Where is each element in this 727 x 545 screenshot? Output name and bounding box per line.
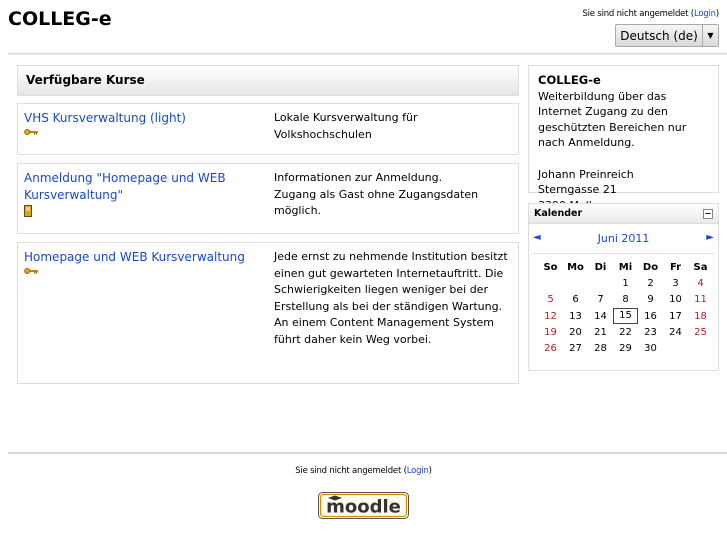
language-value: Deutsch (de) bbox=[620, 28, 698, 43]
calendar-day[interactable]: 27 bbox=[563, 343, 588, 354]
weekday-label: Sa bbox=[693, 261, 708, 273]
calendar-day[interactable]: 6 bbox=[563, 294, 588, 305]
weekday-label: Do bbox=[642, 261, 659, 273]
guest-door-icon bbox=[24, 205, 32, 217]
calendar-week-row: 26 27 28 29 30 bbox=[538, 340, 713, 356]
calendar-day[interactable]: 16 bbox=[638, 311, 663, 322]
calendar-day[interactable]: 1 bbox=[613, 278, 638, 289]
calendar-divider bbox=[533, 253, 714, 254]
course-description: Lokale Kursverwaltung für Volkshochschul… bbox=[274, 111, 418, 141]
course-link[interactable]: VHS Kursverwaltung (light) bbox=[24, 111, 186, 125]
calendar-day[interactable]: 26 bbox=[538, 343, 563, 354]
site-info-block: COLLEG-e Weiterbildung über das Internet… bbox=[528, 65, 719, 212]
svg-text:moodle: moodle bbox=[326, 497, 401, 518]
calendar-day[interactable]: 28 bbox=[588, 343, 613, 354]
key-icon bbox=[24, 268, 38, 274]
calendar-day[interactable]: 21 bbox=[588, 327, 613, 338]
chevron-down-icon[interactable]: ▼ bbox=[702, 25, 718, 46]
calendar-day[interactable]: 11 bbox=[688, 294, 713, 305]
header-divider bbox=[8, 53, 727, 55]
weekday-label: So bbox=[543, 261, 558, 273]
calendar-day[interactable]: 10 bbox=[663, 294, 688, 305]
calendar-day[interactable]: 12 bbox=[538, 311, 563, 322]
calendar-day[interactable]: 2 bbox=[638, 278, 663, 289]
calendar-day[interactable]: 4 bbox=[688, 278, 713, 289]
footer-divider bbox=[8, 452, 727, 454]
available-courses-heading: Verfügbare Kurse bbox=[17, 65, 519, 96]
weekday-label: Mo bbox=[567, 261, 584, 273]
calendar-day[interactable]: 24 bbox=[663, 327, 688, 338]
course-item: Anmeldung "Homepage und WEB Kursverwaltu… bbox=[17, 163, 519, 234]
calendar-grid: So Mo Di Mi Do Fr Sa 1 2 3 4 5 6 7 8 9 10 11 12 13 14… bbox=[538, 259, 713, 357]
key-icon bbox=[24, 129, 38, 135]
calendar-day[interactable]: 19 bbox=[538, 327, 563, 338]
moodle-logo: moodle bbox=[318, 492, 409, 519]
calendar-day[interactable]: 9 bbox=[638, 294, 663, 305]
collapse-icon[interactable]: − bbox=[703, 209, 713, 219]
calendar-day[interactable]: 17 bbox=[663, 311, 688, 322]
calendar-title: Kalender bbox=[534, 208, 583, 219]
calendar-day[interactable]: 7 bbox=[588, 294, 613, 305]
available-courses: Verfügbare Kurse VHS Kursverwaltung (lig… bbox=[17, 65, 519, 384]
weekday-label: Mi bbox=[618, 261, 633, 273]
course-item: VHS Kursverwaltung (light) Lokale Kursve… bbox=[17, 103, 519, 155]
calendar-day[interactable]: 23 bbox=[638, 327, 663, 338]
calendar-day[interactable]: 15 bbox=[613, 308, 638, 325]
weekday-label: Di bbox=[594, 261, 607, 273]
language-select[interactable]: Deutsch (de) ▼ bbox=[615, 24, 719, 47]
calendar-day[interactable]: 13 bbox=[563, 311, 588, 322]
next-month-arrow-icon[interactable]: ► bbox=[706, 232, 714, 243]
calendar-day[interactable]: 29 bbox=[613, 343, 638, 354]
login-info: Sie sind nicht angemeldet (Login) bbox=[582, 9, 719, 19]
calendar-day[interactable]: 25 bbox=[688, 327, 713, 338]
footer-login-info: Sie sind nicht angemeldet (Login) bbox=[0, 466, 727, 476]
course-description: Informationen zur Anmeldung. Zugang als … bbox=[274, 171, 479, 217]
login-suffix: ) bbox=[428, 466, 432, 476]
course-link[interactable]: Anmeldung "Homepage und WEB Kursverwaltu… bbox=[24, 171, 226, 202]
calendar-day[interactable]: 14 bbox=[588, 311, 613, 322]
calendar-day[interactable]: 20 bbox=[563, 327, 588, 338]
calendar-header: Kalender − bbox=[529, 204, 718, 224]
info-title: COLLEG-e bbox=[538, 73, 601, 87]
calendar-block: Kalender − ◄ Juni 2011 ► So Mo Di Mi Do … bbox=[528, 203, 719, 371]
calendar-month[interactable]: Juni 2011 bbox=[529, 232, 718, 245]
weekday-row: So Mo Di Mi Do Fr Sa bbox=[538, 259, 713, 275]
calendar-week-row: 5 6 7 8 9 10 11 bbox=[538, 292, 713, 308]
calendar-week-row: 1234 bbox=[538, 275, 713, 291]
site-title: COLLEG-e bbox=[8, 8, 112, 30]
info-description: Weiterbildung über das Internet Zugang z… bbox=[538, 89, 687, 150]
calendar-day[interactable]: 3 bbox=[663, 278, 688, 289]
login-prefix: Sie sind nicht angemeldet ( bbox=[582, 9, 694, 19]
calendar-day[interactable]: 18 bbox=[688, 311, 713, 322]
calendar-day[interactable]: 5 bbox=[538, 294, 563, 305]
contact-name: Johann Preinreich bbox=[538, 167, 634, 181]
course-link[interactable]: Homepage und WEB Kursverwaltung bbox=[24, 250, 245, 264]
login-suffix: ) bbox=[715, 9, 719, 19]
calendar-day[interactable]: 30 bbox=[638, 343, 663, 354]
calendar-nav: ◄ Juni 2011 ► bbox=[529, 232, 718, 246]
calendar-week-row: 19 20 21 22 23 24 25 bbox=[538, 324, 713, 340]
calendar-day[interactable]: 22 bbox=[613, 327, 638, 338]
login-prefix: Sie sind nicht angemeldet ( bbox=[295, 466, 407, 476]
calendar-day[interactable]: 8 bbox=[613, 294, 638, 305]
calendar-week-row: 12 13 14 15 16 17 18 bbox=[538, 308, 713, 325]
weekday-label: Fr bbox=[669, 261, 682, 273]
login-link[interactable]: Login bbox=[694, 9, 716, 19]
course-item: Homepage und WEB Kursverwaltung Jede ern… bbox=[17, 242, 519, 384]
footer-login-link[interactable]: Login bbox=[407, 466, 429, 476]
course-description: Jede ernst zu nehmende Institution besit… bbox=[274, 250, 508, 346]
contact-street: Sterngasse 21 bbox=[538, 183, 617, 196]
